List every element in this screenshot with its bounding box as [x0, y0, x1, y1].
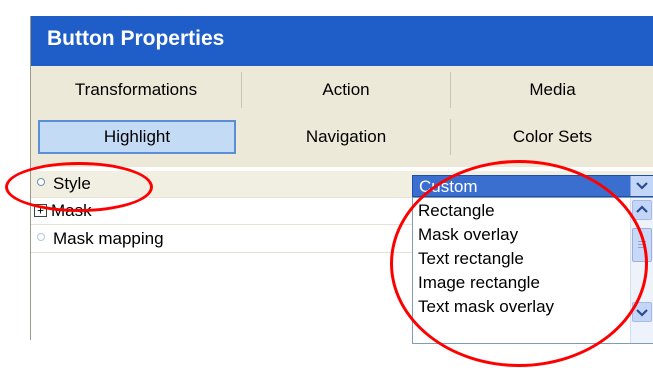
chevron-down-icon[interactable]: [632, 302, 652, 322]
tab-transformations[interactable]: Transformations: [31, 72, 242, 108]
tab-highlight[interactable]: Highlight: [38, 120, 236, 154]
style-dropdown-value: Custom: [419, 177, 478, 196]
option-text-mask-overlay[interactable]: Text mask overlay: [418, 297, 554, 319]
tab-color-sets[interactable]: Color Sets: [451, 119, 653, 155]
option-mask-overlay[interactable]: Mask overlay: [418, 225, 518, 247]
chevron-up-icon[interactable]: [632, 200, 652, 220]
chevron-down-icon[interactable]: [630, 176, 653, 196]
circle-bullet-icon: [37, 178, 45, 186]
property-label-mask: Mask: [51, 201, 92, 220]
scroll-thumb[interactable]: [632, 228, 652, 262]
style-dropdown[interactable]: Custom: [412, 175, 653, 197]
title-bar: Button Properties: [31, 16, 653, 66]
tab-media[interactable]: Media: [451, 72, 653, 108]
tab-action[interactable]: Action: [242, 72, 451, 108]
option-text-rectangle[interactable]: Text rectangle: [418, 249, 524, 271]
option-image-rectangle[interactable]: Image rectangle: [418, 273, 540, 295]
tab-navigation[interactable]: Navigation: [242, 119, 451, 155]
panel-title: Button Properties: [47, 27, 225, 50]
options-scrollbar[interactable]: [630, 198, 653, 343]
circle-bullet-icon: [37, 233, 45, 241]
plus-box-icon[interactable]: +: [34, 204, 47, 217]
option-rectangle[interactable]: Rectangle: [418, 201, 495, 223]
button-properties-panel: Button Properties Transformations Action…: [30, 16, 653, 344]
property-label-style: Style: [53, 174, 91, 193]
property-label-mask-mapping: Mask mapping: [53, 229, 164, 248]
style-options-list: Rectangle Mask overlay Text rectangle Im…: [412, 197, 653, 344]
